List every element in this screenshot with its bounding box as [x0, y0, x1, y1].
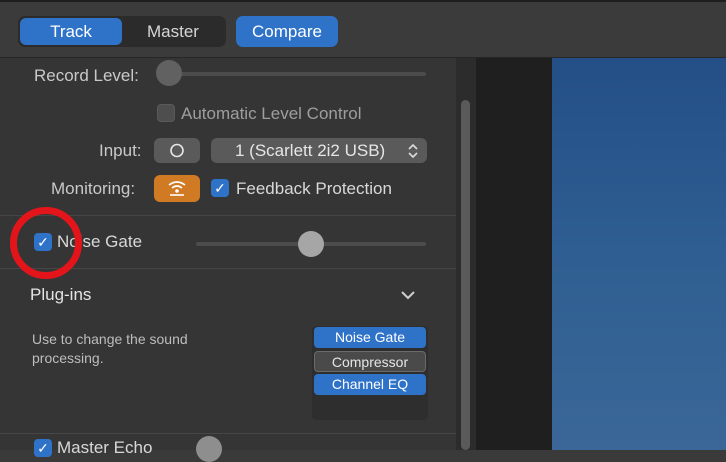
input-device-value: 1 (Scarlett 2i2 USB): [235, 141, 386, 160]
divider: [0, 433, 456, 434]
plugins-header: Plug-ins: [30, 285, 92, 304]
tracks-area: [552, 58, 726, 450]
compare-button[interactable]: Compare: [236, 16, 338, 47]
feedback-protection-label: Feedback Protection: [236, 179, 392, 198]
monitoring-waves-icon: [168, 181, 186, 196]
noise-gate-threshold-knob[interactable]: [298, 231, 324, 257]
annotation-red-circle: [10, 207, 82, 279]
master-echo-knob[interactable]: [196, 436, 222, 462]
track-master-switch: Track Master: [18, 16, 226, 47]
chevron-down-icon[interactable]: [399, 288, 417, 302]
track-tab[interactable]: Track: [20, 18, 122, 45]
master-echo-label: Master Echo: [57, 438, 153, 457]
plugins-description: Use to change the sound processing.: [32, 331, 188, 366]
record-level-slider[interactable]: [170, 72, 426, 76]
master-tab[interactable]: Master: [122, 18, 224, 45]
master-echo-checkbox[interactable]: ✓: [34, 439, 52, 457]
plugin-slot-channel-eq[interactable]: Channel EQ: [314, 374, 426, 395]
monitoring-label: Monitoring:: [51, 179, 136, 198]
circle-icon: [170, 143, 184, 158]
auto-level-control-label: Automatic Level Control: [181, 104, 362, 123]
plugin-slot-noise-gate[interactable]: Noise Gate: [314, 327, 426, 348]
toolbar: Track Master Compare: [0, 0, 726, 58]
track-header-area: [476, 58, 552, 450]
input-format-button[interactable]: [154, 138, 200, 163]
record-level-label: Record Level:: [34, 66, 139, 85]
plugin-slot-compressor[interactable]: Compressor: [314, 351, 426, 372]
feedback-protection-checkbox[interactable]: ✓: [211, 179, 229, 197]
input-label: Input:: [99, 141, 142, 160]
record-level-knob[interactable]: [156, 60, 182, 86]
chevron-updown-icon: [408, 143, 418, 159]
scrollbar-thumb[interactable]: [461, 100, 470, 450]
input-device-select[interactable]: 1 (Scarlett 2i2 USB): [211, 138, 427, 163]
auto-level-control-checkbox[interactable]: [157, 104, 175, 122]
monitoring-button[interactable]: [154, 175, 200, 202]
